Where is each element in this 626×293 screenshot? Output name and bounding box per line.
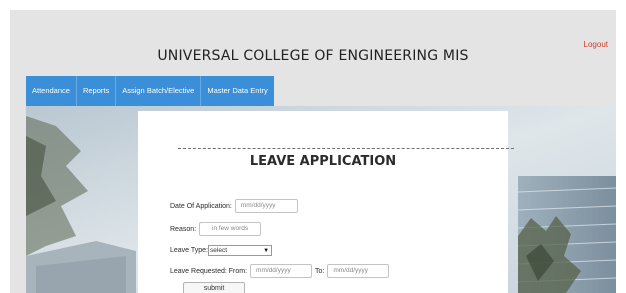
leave-application-card: LEAVE APPLICATION Date Of Application: m… [138, 111, 514, 293]
submit-button[interactable]: submit [183, 282, 245, 293]
date-of-application-input[interactable]: mm/dd/yyyy [234, 199, 298, 213]
form-title: LEAVE APPLICATION [249, 154, 397, 169]
reason-label: Reason: [170, 225, 197, 233]
main-nav: Attendance Reports Assign Batch/Elective… [26, 76, 274, 106]
reason-row: Reason: in few words [170, 222, 262, 236]
page-frame: UNIVERSAL COLLEGE OF ENGINEERING MIS Log… [10, 10, 616, 293]
leave-type-label: Leave Type: [170, 247, 209, 254]
leave-from-input[interactable]: mm/dd/yyyy [250, 264, 313, 278]
leave-to-label: To: [315, 267, 325, 275]
reason-input[interactable]: in few words [199, 222, 262, 236]
nav-item-assign-batch-elective[interactable]: Assign Batch/Elective [116, 76, 202, 106]
date-of-application-row: Date Of Application: mm/dd/yyyy [170, 199, 298, 213]
leave-type-row: Leave Type: select ▼ [170, 245, 273, 256]
leave-to-input[interactable]: mm/dd/yyyy [327, 264, 390, 278]
leave-requested-row: Leave Requested: From: mm/dd/yyyy To: mm… [170, 264, 390, 278]
leave-type-selected-value: select [210, 247, 227, 254]
nav-item-attendance[interactable]: Attendance [26, 76, 77, 106]
date-of-application-label: Date Of Application: [170, 202, 232, 210]
site-title: UNIVERSAL COLLEGE OF ENGINEERING MIS [157, 48, 469, 64]
leave-from-label: Leave Requested: From: [170, 267, 248, 275]
nav-item-reports[interactable]: Reports [77, 76, 117, 106]
dropdown-arrow-icon: ▼ [263, 247, 270, 254]
logout-link[interactable]: Logout [584, 40, 608, 49]
leave-type-select[interactable]: select ▼ [208, 245, 273, 256]
nav-item-master-data-entry[interactable]: Master Data Entry [201, 76, 273, 106]
dashed-divider [178, 148, 514, 149]
